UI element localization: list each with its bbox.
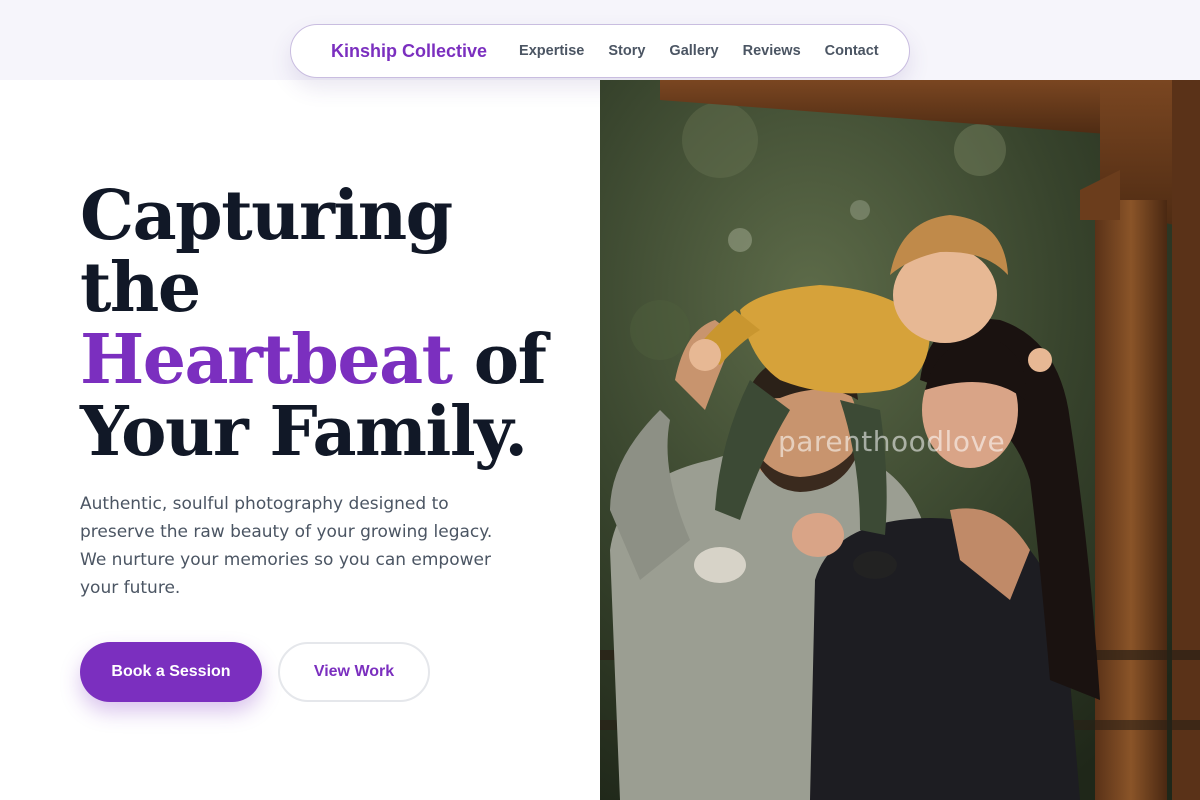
nav-link-expertise[interactable]: Expertise (519, 43, 584, 59)
navbar: Kinship Collective Expertise Story Galle… (290, 24, 910, 78)
headline-accent-word: Heartbeat (80, 320, 453, 400)
nav-link-story[interactable]: Story (608, 43, 645, 59)
book-session-button[interactable]: Book a Session (80, 642, 262, 702)
headline-line-3: Heartbeat of (80, 324, 580, 396)
photo-watermark: parenthoodlove (778, 425, 1006, 458)
nav-link-gallery[interactable]: Gallery (669, 43, 718, 59)
hero-copy: Capturing the Heartbeat of Your Family. (80, 180, 580, 468)
hero-description: Authentic, soulful photography designed … (80, 494, 493, 598)
headline-after-accent: of (451, 320, 547, 400)
headline-line-4: Your Family. (80, 392, 528, 472)
brand-logo[interactable]: Kinship Collective (331, 41, 487, 62)
hero-headline: Capturing the Heartbeat of Your Family. (80, 180, 580, 468)
headline-line-2: the (80, 248, 201, 328)
hero-photo: parenthoodlove (600, 80, 1200, 800)
hero-actions: Book a Session View Work (80, 642, 430, 702)
nav-link-reviews[interactable]: Reviews (743, 43, 801, 59)
headline-line-1: Capturing (80, 176, 453, 256)
nav-link-contact[interactable]: Contact (825, 43, 879, 59)
nav-links: Expertise Story Gallery Reviews Contact (519, 43, 879, 59)
view-work-button[interactable]: View Work (278, 642, 430, 702)
